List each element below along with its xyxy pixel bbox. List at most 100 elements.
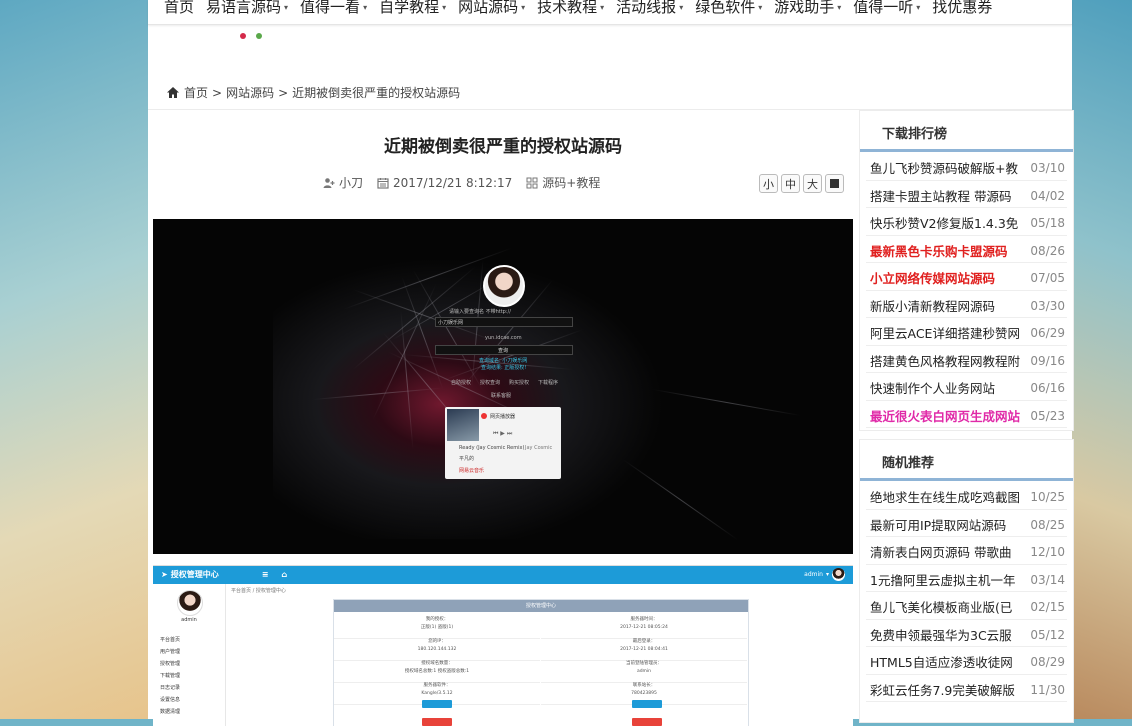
- query-button: 查询: [435, 345, 573, 355]
- background-left: [0, 0, 148, 719]
- nav-item[interactable]: 值得一听 ▾: [847, 0, 926, 18]
- article-title: 近期被倒卖很严重的授权站源码: [384, 137, 622, 157]
- date-meta: 2017/12/21 8:12:17: [377, 176, 512, 190]
- nav-item[interactable]: 值得一看 ▾: [294, 0, 373, 18]
- list-item-title-link[interactable]: 最新黑色卡乐购卡盟源码: [870, 241, 1024, 260]
- info-cell-label: 服务器软件：: [423, 683, 451, 688]
- admin-title: ➤ 授权管理中心 ≡ ⌂: [161, 569, 287, 580]
- list-item-title-link[interactable]: 清新表白网页源码 带歌曲: [870, 542, 1024, 561]
- chevron-down-icon: ▾: [442, 2, 447, 12]
- fullscreen-button[interactable]: [825, 174, 844, 193]
- admin-menu-item: 日志记录: [160, 685, 181, 691]
- list-item: 免费申领最强华为3C云服 05/12: [866, 620, 1067, 647]
- nav-item[interactable]: 首页: [158, 0, 200, 18]
- list-item-title-link[interactable]: 小立网络传媒网站源码: [870, 268, 1024, 287]
- info-cell-label: 您的IP：: [428, 639, 446, 644]
- sidebar-username: admin: [181, 617, 197, 623]
- admin-menu-item: 数据清理: [160, 709, 181, 715]
- info-cell-value: 2017-12-21 08:04:41: [620, 647, 668, 652]
- admin-menu-item: 下载管理: [160, 673, 181, 679]
- right-sidebar: 下载排行榜 鱼儿飞秒赞源码破解版+教 03/10 搭建卡盟主站教程 带源码 04/02…: [859, 110, 1074, 723]
- author-meta: 小刀: [323, 174, 363, 191]
- nav-item-label: 值得一看: [300, 0, 361, 16]
- list-item-title-link[interactable]: 快速制作个人业务网站: [870, 378, 1024, 397]
- player-title: 网页播放器: [490, 414, 516, 420]
- download-ranking-box: 下载排行榜 鱼儿飞秒赞源码破解版+教 03/10 搭建卡盟主站教程 带源码 04/02…: [859, 110, 1074, 431]
- list-item-date: 10/25: [1030, 490, 1065, 504]
- nav-item[interactable]: 技术教程 ▾: [531, 0, 610, 18]
- list-item-title-link[interactable]: 绝地求生在线生成吃鸡截图: [870, 487, 1024, 506]
- nav-item-label: 技术教程: [537, 0, 598, 16]
- font-small-button[interactable]: 小: [759, 174, 778, 193]
- home-icon: [167, 87, 179, 98]
- album-cover: [447, 409, 479, 441]
- random-recommend-box: 随机推荐 绝地求生在线生成吃鸡截图 10/25 最新可用IP提取网站源码 08/25 清…: [859, 439, 1074, 723]
- breadcrumb-category-link[interactable]: 网站源码: [226, 84, 274, 101]
- nav-item[interactable]: 游戏助手 ▾: [768, 0, 847, 18]
- chevron-down-icon: ▾: [284, 2, 289, 12]
- nav-item[interactable]: 活动线报 ▾: [610, 0, 689, 18]
- post-date: 2017/12/21 8:12:17: [393, 175, 513, 190]
- contact-link: 联系客服: [491, 393, 512, 399]
- list-item-date: 12/10: [1030, 545, 1065, 559]
- player-controls: ⏮ ▶ ⏭: [493, 430, 513, 437]
- chevron-down-icon: ▾: [600, 2, 605, 12]
- domain-input: 小刀娱乐网: [435, 317, 573, 327]
- breadcrumb-home-link[interactable]: 首页: [184, 84, 208, 101]
- list-item: 最近很火表白网页生成网站 05/23: [866, 401, 1067, 428]
- list-item: 快乐秒赞V2修复版1.4.3免 05/18: [866, 208, 1067, 236]
- nav-item-label: 值得一听: [853, 0, 914, 16]
- list-item-title-link[interactable]: 新版小清新教程网源码: [870, 296, 1024, 315]
- chevron-down-icon: ▾: [825, 571, 829, 578]
- author-name[interactable]: 小刀: [339, 174, 363, 191]
- font-medium-button[interactable]: 中: [781, 174, 800, 193]
- nav-item-label: 活动线报: [616, 0, 677, 16]
- list-item: 最新可用IP提取网站源码 08/25: [866, 510, 1067, 537]
- list-item: 快速制作个人业务网站 06/16: [866, 373, 1067, 401]
- list-item-title-link[interactable]: 最新可用IP提取网站源码: [870, 515, 1024, 534]
- info-cell-value: 180.120.144.132: [417, 647, 457, 652]
- user-add-icon: [323, 177, 335, 188]
- list-item-title-link[interactable]: 阿里云ACE详细搭建秒赞网: [870, 323, 1024, 342]
- list-item-date: 04/02: [1030, 188, 1065, 203]
- list-item: 绝地求生在线生成吃鸡截图 10/25: [866, 482, 1067, 510]
- article-image-admin-panel: ➤ 授权管理中心 ≡ ⌂ admin ▾ admin 平台首页 用户管理 授权管理下…: [153, 565, 853, 726]
- page-container: 首页 易语言源码 ▾ 值得一看 ▾ 自学教程 ▾ 网站源码 ▾ 技术教程 ▾ 活动线报 ▾ 绿色软件 ▾ 游戏…: [148, 0, 1074, 726]
- download-ranking-list: 鱼儿飞秒赞源码破解版+教 03/10 搭建卡盟主站教程 带源码 04/02 快乐秒赞V2…: [860, 153, 1073, 428]
- list-item-date: 07/05: [1030, 271, 1065, 285]
- post-category[interactable]: 源码+教程: [542, 174, 600, 191]
- info-cell-value: Kangle/3.5.12: [421, 691, 453, 696]
- font-large-button[interactable]: 大: [803, 174, 822, 193]
- nav-item[interactable]: 网站源码 ▾: [452, 0, 531, 18]
- info-cell-label: 最后登录：: [632, 639, 656, 644]
- list-item-date: 02/15: [1030, 600, 1065, 614]
- list-item-title-link[interactable]: 搭建卡盟主站教程 带源码: [870, 186, 1024, 205]
- info-cell-value: 授权域名总数:1 授权盗版总数:1: [404, 669, 470, 674]
- admin-menu-item: 设置信息: [160, 697, 181, 703]
- action-button-red: [422, 718, 452, 726]
- dot-green: [256, 33, 263, 39]
- list-item-title-link[interactable]: 鱼儿飞美化模板商业版(已: [870, 597, 1024, 616]
- breadcrumb-current: 近期被倒卖很严重的授权站源码: [292, 86, 461, 100]
- track-name: Ready (Jay Cosmic Remix): [459, 445, 525, 451]
- square-icon: [830, 179, 839, 188]
- list-item-title-link[interactable]: HTML5自适应渗透收徒网: [870, 652, 1024, 671]
- list-item-title-link[interactable]: 鱼儿飞秒赞源码破解版+教: [870, 158, 1024, 177]
- list-item-title-link[interactable]: 快乐秒赞V2修复版1.4.3免: [870, 213, 1024, 232]
- list-item-title-link[interactable]: 免费申领最强华为3C云服: [870, 625, 1024, 644]
- domain-text: yun.idcae.com: [485, 335, 522, 341]
- list-item-title-link[interactable]: 彩虹云任务7.9完美破解版: [870, 680, 1024, 699]
- list-item-date: 03/30: [1030, 298, 1065, 313]
- list-item: 鱼儿飞美化模板商业版(已 02/15: [866, 592, 1067, 620]
- breadcrumb: 首页 > 网站源码 > 近期被倒卖很严重的授权站源码: [166, 84, 460, 101]
- list-item-title-link[interactable]: 1元撸阿里云虚拟主机一年: [870, 570, 1024, 589]
- nav-item[interactable]: 自学教程 ▾: [373, 0, 452, 18]
- list-item-title-link[interactable]: 搭建黄色风格教程网教程附: [870, 351, 1024, 370]
- nav-item[interactable]: 易语言源码 ▾: [200, 0, 294, 18]
- nav-item-label: 游戏助手: [774, 0, 835, 16]
- nav-item[interactable]: 绿色软件 ▾: [689, 0, 768, 18]
- list-item-title-link[interactable]: 最近很火表白网页生成网站: [870, 406, 1024, 425]
- admin-user: admin ▾: [804, 568, 845, 581]
- nav-item[interactable]: 找优惠券: [926, 0, 998, 18]
- list-item: 清新表白网页源码 带歌曲 12/10: [866, 537, 1067, 565]
